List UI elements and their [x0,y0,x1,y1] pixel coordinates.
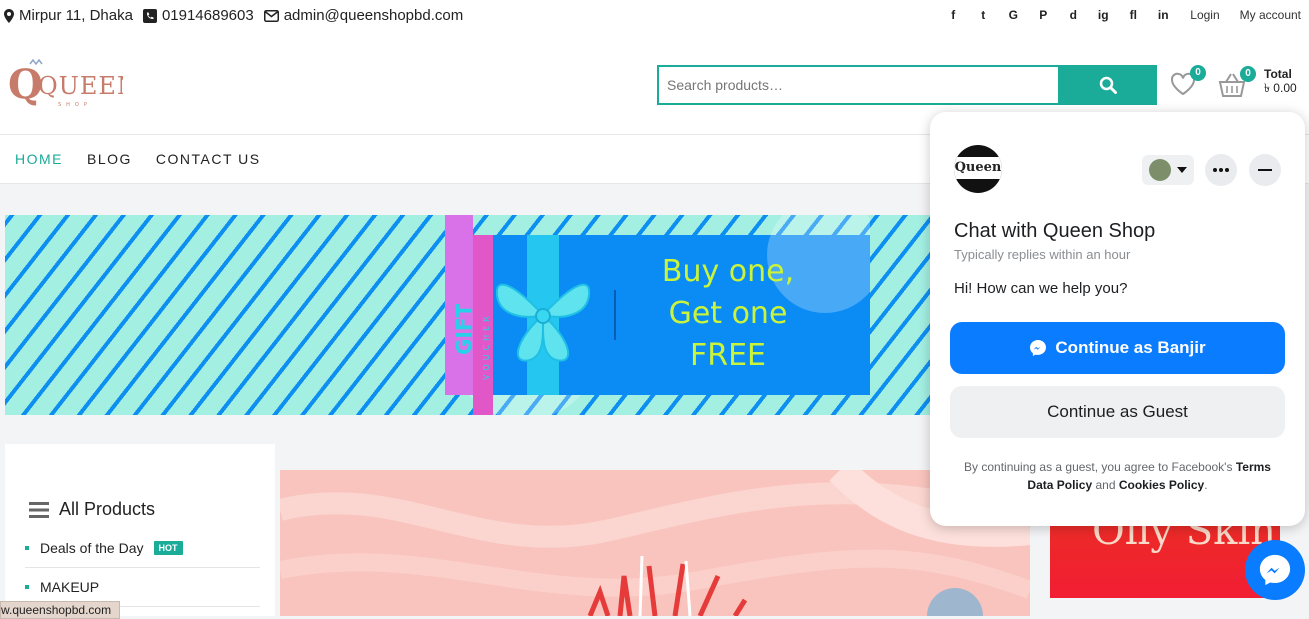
cookies-policy-link[interactable]: Cookies Policy [1119,478,1204,492]
minimize-icon [1258,169,1272,171]
flickr-icon[interactable]: fl [1118,8,1148,22]
messenger-chat-dialog: Queen Chat with Queen Shop Typically rep… [930,112,1305,526]
cart-count-badge: 0 [1240,66,1256,82]
envelope-icon [263,9,279,22]
offer-line-2: Get one [668,296,788,331]
twitter-icon[interactable]: t [968,8,998,22]
category-label: Deals of the Day [40,540,144,556]
main-slider[interactable] [280,470,1030,616]
account-switcher[interactable] [1142,155,1194,185]
page-avatar: Queen [954,145,1002,193]
svg-text:SHOP: SHOP [58,102,92,108]
menu-icon [29,501,49,518]
dribbble-icon[interactable]: d [1058,8,1088,22]
nav-item-home[interactable]: HOME [15,151,63,167]
search-icon [1099,76,1117,94]
messenger-launcher-button[interactable] [1245,540,1305,600]
terms-link[interactable]: Terms [1236,460,1271,474]
instagram-icon[interactable]: ig [1088,8,1118,22]
site-logo[interactable]: Q QUEEN SHOP [8,56,138,117]
linkedin-icon[interactable]: in [1148,8,1178,22]
category-sidebar: All Products Deals of the Day HOT MAKEUP [5,444,275,616]
phone-item[interactable]: 01914689603 [142,7,254,24]
messenger-icon [1030,340,1047,356]
messenger-icon [1259,554,1291,586]
hot-badge: HOT [153,541,183,555]
legal-and: and [1095,478,1116,492]
all-products-label: All Products [59,499,156,519]
location-icon [4,8,14,23]
address-item: Mirpur 11, Dhaka [4,7,133,24]
chat-greeting: Hi! How can we help you? [954,280,1128,297]
top-bar: Mirpur 11, Dhaka 01914689603 admin@queen… [0,0,1309,34]
search-input[interactable] [657,65,1058,105]
data-policy-link[interactable]: Data Policy [1027,478,1092,492]
top-bar-right: f t G P d ig fl in Login My account [938,8,1301,22]
my-account-link[interactable]: My account [1240,8,1301,22]
celebration-graphic [280,470,1030,616]
nav-item-blog[interactable]: BLOG [87,151,132,167]
continue-as-user-button[interactable]: Continue as Banjir [950,322,1285,374]
facebook-icon[interactable]: f [938,8,968,22]
continue-as-user-label: Continue as Banjir [1055,338,1206,357]
offer-text: Buy one, Get one FREE [623,251,833,377]
contact-info: Mirpur 11, Dhaka 01914689603 admin@queen… [4,7,473,24]
search-button[interactable] [1058,65,1157,105]
wishlist-button[interactable]: 0 [1170,65,1206,101]
svg-text:VOUCHER: VOUCHER [482,312,491,380]
more-icon [1213,168,1229,172]
email-text[interactable]: admin@queenshopbd.com [284,7,464,24]
nav-item-contact-us[interactable]: CONTACT US [156,151,261,167]
svg-text:GIFT: GIFT [452,303,476,355]
bullet-icon [25,585,29,589]
cart-button[interactable]: 0 [1218,66,1256,103]
continue-as-guest-button[interactable]: Continue as Guest [950,386,1285,438]
category-item-deals[interactable]: Deals of the Day HOT [25,529,260,568]
cart-total-value: ৳ 0.00 [1264,81,1297,95]
email-item[interactable]: admin@queenshopbd.com [263,7,464,24]
chat-subtitle: Typically replies within an hour [954,247,1131,262]
google-plus-icon[interactable]: G [998,8,1028,22]
pinterest-icon[interactable]: P [1028,8,1058,22]
legal-period: . [1204,478,1208,492]
chat-title: Chat with Queen Shop [954,220,1156,242]
search-bar [657,65,1157,105]
cart-total-label: Total [1264,67,1292,81]
login-link[interactable]: Login [1190,8,1219,22]
user-avatar [1149,159,1171,181]
phone-icon [142,8,157,23]
phone-text[interactable]: 01914689603 [162,7,254,24]
browser-status-bar: w.queenshopbd.com [0,601,121,619]
offer-line-1: Buy one, [661,254,795,289]
cart-total[interactable]: Total ৳ 0.00 [1264,67,1297,95]
wishlist-count-badge: 0 [1190,65,1206,81]
more-options-button[interactable] [1205,154,1237,186]
caret-down-icon [1177,167,1187,173]
svg-text:QUEEN: QUEEN [38,72,123,100]
category-label: MAKEUP [40,579,100,595]
all-products-heading[interactable]: All Products [29,499,155,520]
address-text: Mirpur 11, Dhaka [19,7,133,24]
avatar-logo-text: Queen [954,157,1002,179]
legal-notice: By continuing as a guest, you agree to F… [950,458,1285,494]
offer-line-3: FREE [689,338,766,373]
minimize-button[interactable] [1249,154,1281,186]
bullet-icon [25,546,29,550]
legal-prefix: By continuing as a guest, you agree to F… [964,460,1233,474]
